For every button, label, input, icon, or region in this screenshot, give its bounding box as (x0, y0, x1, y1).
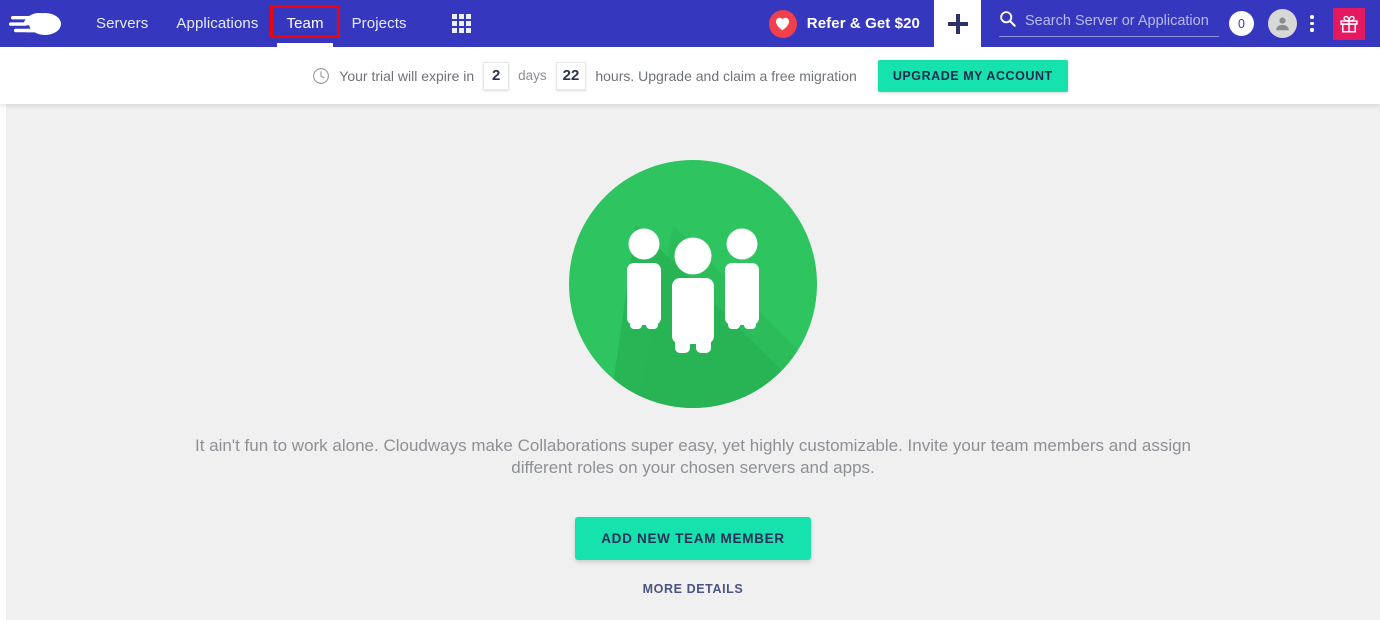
team-empty-state: It ain't fun to work alone. Cloudways ma… (6, 104, 1380, 620)
search-area: 0 (981, 0, 1254, 47)
apps-grid-icon[interactable] (439, 0, 485, 47)
cloudways-logo[interactable] (0, 0, 82, 47)
more-details-link[interactable]: MORE DETAILS (643, 582, 744, 596)
nav-link-servers[interactable]: Servers (82, 0, 162, 47)
team-people-illustration (568, 159, 818, 409)
team-description: It ain't fun to work alone. Cloudways ma… (194, 436, 1192, 477)
gift-icon[interactable] (1333, 7, 1365, 40)
trial-days-unit: days (518, 68, 547, 83)
trial-banner-content: Your trial will expire in 2 days 22 hour… (312, 59, 1068, 92)
search-input-wrapper[interactable] (999, 10, 1219, 37)
apps-grid-glyph (452, 14, 472, 33)
more-options-icon[interactable] (1299, 0, 1325, 47)
trial-tail-text: hours. Upgrade and claim a free migratio… (595, 67, 857, 84)
search-count-badge[interactable]: 0 (1229, 11, 1254, 36)
upgrade-my-account-button[interactable]: UPGRADE MY ACCOUNT (877, 59, 1068, 92)
refer-and-get-button[interactable]: Refer & Get $20 (768, 0, 934, 47)
trial-hours-value: 22 (555, 61, 587, 90)
nav-link-servers-label: Servers (96, 15, 149, 32)
trial-days-value: 2 (483, 61, 510, 90)
top-navigation-bar: Servers Applications Team Projects Refer… (0, 0, 1380, 47)
search-icon (999, 10, 1016, 32)
page-body: It ain't fun to work alone. Cloudways ma… (0, 104, 1380, 620)
refer-and-get-label: Refer & Get $20 (806, 15, 920, 32)
nav-link-applications-label: Applications (176, 15, 259, 32)
add-new-button[interactable] (934, 0, 981, 47)
search-input[interactable] (1025, 13, 1219, 29)
nav-link-team[interactable]: Team (270, 0, 340, 47)
add-new-team-member-button[interactable]: ADD NEW TEAM MEMBER (575, 517, 811, 560)
user-avatar[interactable] (1268, 9, 1297, 38)
trial-lead-text: Your trial will expire in (339, 67, 475, 84)
nav-link-team-label: Team (286, 15, 324, 32)
heart-icon (768, 9, 797, 38)
clock-icon (312, 67, 330, 85)
nav-link-applications[interactable]: Applications (162, 0, 272, 47)
nav-link-projects[interactable]: Projects (338, 0, 421, 47)
trial-banner: Your trial will expire in 2 days 22 hour… (0, 47, 1380, 104)
primary-nav-links: Servers Applications Team Projects (82, 0, 421, 47)
nav-link-projects-label: Projects (351, 15, 407, 32)
